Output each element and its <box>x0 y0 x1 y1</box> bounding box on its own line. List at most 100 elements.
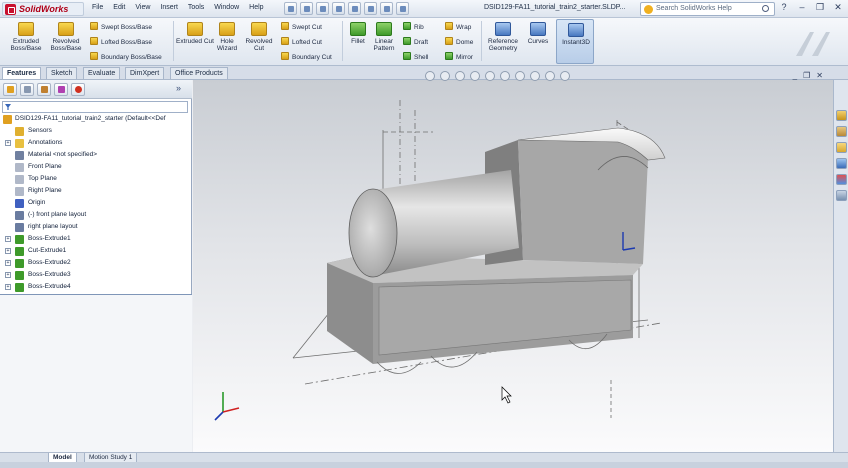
save-icon[interactable] <box>316 2 329 15</box>
options-icon[interactable] <box>396 2 409 15</box>
lofted-boss-icon <box>90 37 98 45</box>
menu-window[interactable]: Window <box>214 4 239 11</box>
display-manager-icon[interactable] <box>71 83 85 96</box>
expand-toggle-icon[interactable]: + <box>5 260 11 266</box>
linear-pattern-button[interactable]: Linear Pattern <box>370 22 398 52</box>
print-icon[interactable] <box>332 2 345 15</box>
tab-dimxpert[interactable]: DimXpert <box>125 67 165 79</box>
rib-button[interactable]: Rib <box>403 22 424 31</box>
magnifier-icon[interactable] <box>762 5 769 12</box>
extruded-boss-label: Extruded Boss/Base <box>10 38 42 52</box>
dome-button[interactable]: Dome <box>445 37 473 46</box>
expand-toggle-icon[interactable]: + <box>5 140 11 146</box>
new-document-icon[interactable] <box>284 2 297 15</box>
revolved-boss-label: Revolved Boss/Base <box>50 38 82 52</box>
boundary-boss-icon <box>90 52 98 60</box>
select-icon[interactable] <box>364 2 377 15</box>
view-palette-icon[interactable] <box>836 158 847 169</box>
tab-evaluate[interactable]: Evaluate <box>83 67 121 79</box>
viewport-restore-icon[interactable]: ❐ <box>803 71 810 80</box>
revolved-boss-button[interactable]: Revolved Boss/Base <box>46 22 86 52</box>
lofted-boss-button[interactable]: Lofted Boss/Base <box>90 37 152 46</box>
draft-label: Draft <box>414 39 429 46</box>
swept-cut-button[interactable]: Swept Cut <box>281 22 322 31</box>
undo-icon[interactable] <box>348 2 361 15</box>
tab-office-products[interactable]: Office Products <box>170 67 228 79</box>
filter-icon <box>5 104 11 110</box>
tree-item-label: Cut-Extrude1 <box>28 247 67 254</box>
design-library-icon[interactable] <box>836 126 847 137</box>
lofted-cut-button[interactable]: Lofted Cut <box>281 37 322 46</box>
custom-properties-icon[interactable] <box>836 190 847 201</box>
reference-geometry-button[interactable]: Reference Geometry <box>484 22 522 52</box>
document-title: DSID129-FA11_tutorial_train2_starter.SLD… <box>484 4 626 11</box>
curves-button[interactable]: Curves <box>523 22 553 45</box>
search-input[interactable]: Search SolidWorks Help <box>640 2 775 16</box>
panel-empty-area <box>0 295 192 452</box>
instant3d-label: Instant3D <box>562 39 590 46</box>
tree-item-label: Annotations <box>28 139 63 146</box>
file-explorer-icon[interactable] <box>836 142 847 153</box>
shell-button[interactable]: Shell <box>403 52 428 61</box>
tree-filter-input[interactable] <box>2 101 188 113</box>
extruded-boss-button[interactable]: Extruded Boss/Base <box>6 22 46 52</box>
mirror-button[interactable]: Mirror <box>445 52 473 61</box>
instant3d-button[interactable]: Instant3D <box>556 19 594 64</box>
fillet-icon <box>350 22 366 36</box>
property-manager-icon[interactable] <box>20 83 34 96</box>
command-manager-tabs: Features Sketch Evaluate DimXpert Office… <box>0 66 848 80</box>
mirror-label: Mirror <box>456 54 473 61</box>
expand-toggle-icon[interactable]: + <box>5 284 11 290</box>
appearances-icon[interactable] <box>836 174 847 185</box>
boundary-cut-button[interactable]: Boundary Cut <box>281 52 332 61</box>
tree-item-label: Boss-Extrude4 <box>28 283 71 290</box>
wrap-button[interactable]: Wrap <box>445 22 471 31</box>
panel-toolbar: » <box>0 80 192 99</box>
menu-edit[interactable]: Edit <box>113 4 125 11</box>
train-model-view[interactable] <box>193 80 833 452</box>
feature-manager-icon[interactable] <box>3 83 17 96</box>
close-icon[interactable]: ✕ <box>832 2 844 14</box>
restore-icon[interactable]: ❐ <box>814 2 826 14</box>
help-search-icon <box>644 5 653 14</box>
boundary-cut-icon <box>281 52 289 60</box>
viewport-window-controls: _ ❐ ✕ <box>793 71 823 80</box>
rib-label: Rib <box>414 24 424 31</box>
dimxpert-manager-icon[interactable] <box>54 83 68 96</box>
tree-item-label: Boss-Extrude3 <box>28 271 71 278</box>
graphics-area[interactable]: _ ❐ ✕ <box>193 71 833 452</box>
menu-view[interactable]: View <box>135 4 150 11</box>
revolved-cut-button[interactable]: Revolved Cut <box>241 22 277 52</box>
dome-icon <box>445 37 453 45</box>
revolved-cut-label: Revolved Cut <box>245 38 273 52</box>
swept-boss-button[interactable]: Swept Boss/Base <box>90 22 152 31</box>
menu-insert[interactable]: Insert <box>160 4 178 11</box>
menu-help[interactable]: Help <box>249 4 263 11</box>
viewport-minimize-icon[interactable]: _ <box>793 71 797 80</box>
rebuild-icon[interactable] <box>380 2 393 15</box>
extruded-cut-button[interactable]: Extruded Cut <box>176 22 214 45</box>
fillet-button[interactable]: Fillet <box>345 22 371 45</box>
shell-label: Shell <box>414 54 429 61</box>
open-document-icon[interactable] <box>300 2 313 15</box>
viewport-close-icon[interactable]: ✕ <box>816 71 823 80</box>
menu-file[interactable]: File <box>92 4 103 11</box>
draft-button[interactable]: Draft <box>403 37 428 46</box>
plane-icon <box>15 187 24 196</box>
tab-features[interactable]: Features <box>2 67 42 79</box>
menu-tools[interactable]: Tools <box>188 4 204 11</box>
help-icon[interactable]: ? <box>778 2 790 14</box>
tab-sketch[interactable]: Sketch <box>46 67 78 79</box>
minimize-icon[interactable]: – <box>796 2 808 14</box>
reference-geometry-label: Reference Geometry <box>488 38 518 52</box>
boundary-boss-button[interactable]: Boundary Boss/Base <box>90 52 162 61</box>
configuration-manager-icon[interactable] <box>37 83 51 96</box>
resources-icon[interactable] <box>836 110 847 121</box>
expand-toggle-icon[interactable]: + <box>5 248 11 254</box>
hole-wizard-button[interactable]: Hole Wizard <box>212 22 242 52</box>
solidworks-logo[interactable]: SolidWorks <box>2 2 84 16</box>
expand-panel-icon[interactable]: » <box>176 83 190 96</box>
expand-toggle-icon[interactable]: + <box>5 236 11 242</box>
mirror-icon <box>445 52 453 60</box>
expand-toggle-icon[interactable]: + <box>5 272 11 278</box>
